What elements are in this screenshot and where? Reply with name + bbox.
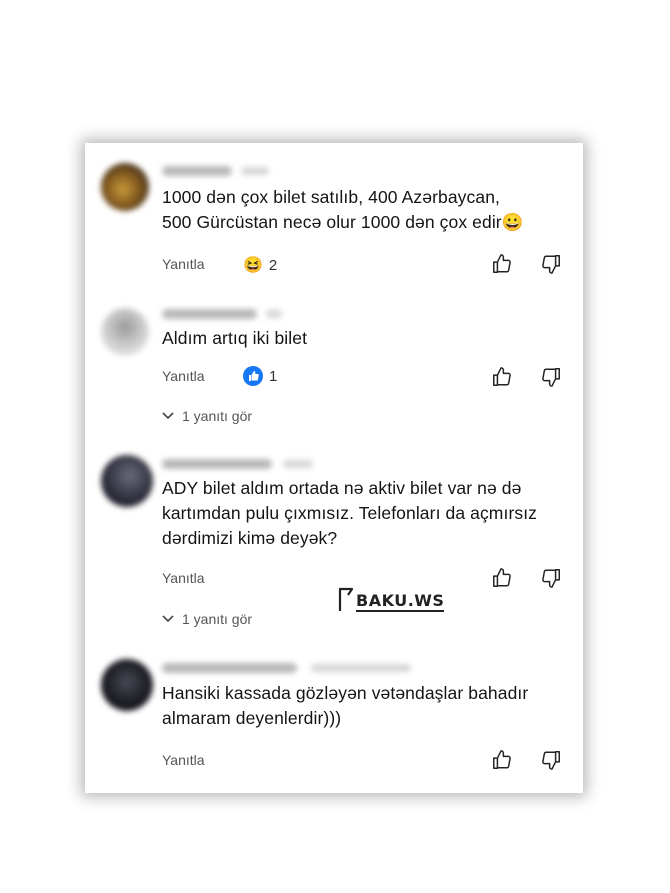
view-replies-button[interactable]: 1 yanıtı gör [162,408,252,424]
chevron-down-icon [162,615,174,623]
dislike-icon[interactable] [540,749,562,771]
comment-text: Aldım artıq iki bilet [162,328,308,348]
like-icon[interactable] [491,749,513,771]
comment-text: Hansiki kassada gözləyən vətəndaşlar bah… [162,683,529,728]
laugh-reaction-icon: 😆 [243,257,263,274]
smile-emoji-icon: 😀 [501,212,524,232]
watermark-text: BAKU.WS [356,591,445,612]
timestamp [266,310,282,318]
baku-ws-logo-icon [338,587,354,611]
reply-button[interactable]: Yanıtla [162,570,205,586]
reaction[interactable]: 1 [243,366,277,386]
comment-text: ADY bilet aldım ortada nə aktiv bilet va… [162,478,538,548]
avatar[interactable] [101,659,153,711]
avatar[interactable] [101,163,149,211]
dislike-icon[interactable] [540,366,562,388]
avatar[interactable] [101,455,153,507]
reaction[interactable]: 😆 2 [243,255,277,275]
thumbs-up-reaction-icon [243,366,263,386]
dislike-icon[interactable] [540,567,562,589]
reply-button[interactable]: Yanıtla [162,752,205,768]
reply-button[interactable]: Yanıtla [162,368,205,384]
author-name[interactable] [162,309,257,319]
chevron-down-icon [162,412,174,420]
timestamp [311,664,411,672]
view-replies-button[interactable]: 1 yanıtı gör [162,611,252,627]
watermark-logo: BAKU.WS [338,586,445,612]
reaction-count: 1 [269,367,278,385]
like-icon[interactable] [491,366,513,388]
author-name[interactable] [162,459,272,469]
reply-button[interactable]: Yanıtla [162,256,205,272]
dislike-icon[interactable] [540,253,562,275]
author-name[interactable] [162,166,232,176]
author-name[interactable] [162,663,297,673]
like-icon[interactable] [491,567,513,589]
avatar[interactable] [101,308,149,356]
timestamp [241,167,269,175]
comments-card: 1000 dən çox bilet satılıb, 400 Azərbayc… [85,143,583,793]
like-icon[interactable] [491,253,513,275]
reaction-count: 2 [268,256,278,274]
timestamp [283,460,313,468]
comment-text: 1000 dən çox bilet satılıb, 400 Azərbayc… [162,187,524,232]
